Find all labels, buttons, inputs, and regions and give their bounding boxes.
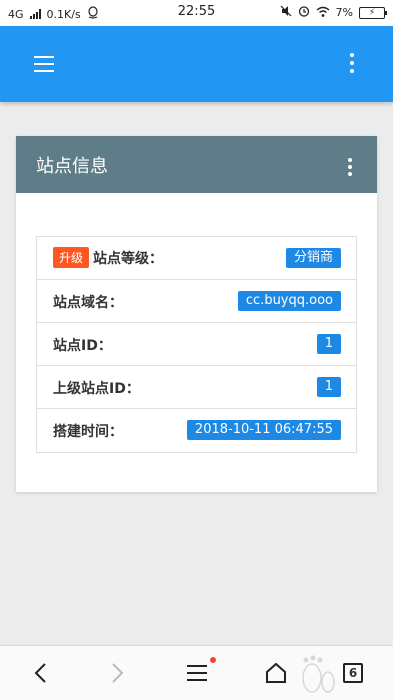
battery-icon: ⚡ (359, 6, 387, 19)
tabs-button[interactable]: 6 (343, 660, 363, 686)
row-build-time: 搭建时间： 2018-10-11 06:47:55 (37, 409, 356, 452)
alarm-icon (298, 5, 310, 20)
row-label: 升级 站点等级： (53, 247, 163, 268)
site-domain-label: 站点域名： (53, 295, 123, 311)
site-id-label: 站点ID： (53, 338, 112, 354)
status-bar: 4G 0.1K/s 22:55 7% ⚡ (0, 0, 393, 26)
menu-icon[interactable] (34, 56, 54, 72)
card-title: 站点信息 (36, 156, 108, 177)
more-options-icon[interactable] (346, 53, 358, 75)
site-level-label: 站点等级： (93, 250, 164, 267)
notification-dot (210, 657, 216, 663)
browser-menu-icon[interactable] (183, 660, 211, 686)
app-bar (0, 26, 393, 102)
upgrade-button[interactable]: 升级 (53, 247, 90, 268)
parent-site-id-badge: 1 (316, 377, 341, 397)
site-domain-badge: cc.buyqq.ooo (237, 291, 341, 311)
card-more-icon[interactable] (344, 158, 356, 180)
row-site-domain: 站点域名： cc.buyqq.ooo (37, 280, 356, 323)
mute-icon (280, 5, 292, 20)
home-icon[interactable] (263, 660, 289, 686)
site-info-card: 站点信息 升级 站点等级： 分销商 站点域名： cc.buyqq.ooo 站点I… (16, 136, 377, 492)
site-level-badge: 分销商 (285, 248, 341, 268)
wifi-icon (316, 6, 330, 20)
site-id-badge: 1 (316, 334, 341, 354)
battery-percent: 7% (335, 6, 353, 19)
footprint-watermark-icon (292, 652, 340, 696)
forward-icon[interactable] (106, 660, 130, 686)
status-right: 7% ⚡ (280, 5, 387, 20)
row-site-id: 站点ID： 1 (37, 323, 356, 366)
build-time-badge: 2018-10-11 06:47:55 (186, 420, 341, 440)
info-list: 升级 站点等级： 分销商 站点域名： cc.buyqq.ooo 站点ID： 1 … (36, 236, 357, 453)
build-time-label: 搭建时间： (53, 424, 123, 440)
row-parent-site-id: 上级站点ID： 1 (37, 366, 356, 409)
row-site-level: 升级 站点等级： 分销商 (37, 237, 356, 280)
parent-site-id-label: 上级站点ID： (53, 381, 140, 397)
card-header: 站点信息 (16, 136, 377, 193)
back-icon[interactable] (28, 660, 52, 686)
tab-count: 6 (343, 663, 363, 683)
